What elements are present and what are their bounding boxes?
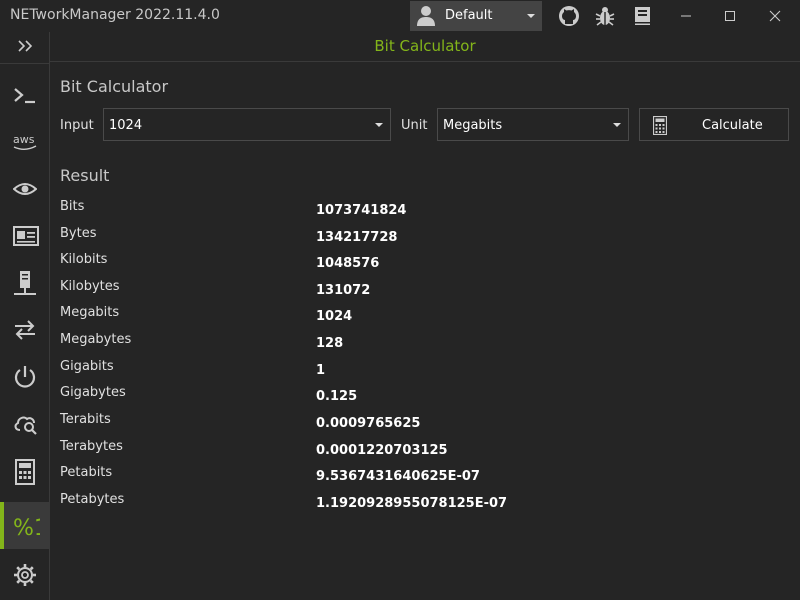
maximize-button[interactable] xyxy=(708,0,752,32)
result-value-petabits: 9.5367431640625E-07 xyxy=(316,469,480,484)
result-value-petabytes: 1.1920928955078125E-07 xyxy=(316,496,508,511)
profile-label: Default xyxy=(445,8,493,23)
result-label-megabits: Megabits xyxy=(60,305,120,320)
result-label-gigabits: Gigabits xyxy=(60,359,114,374)
result-label-gigabytes: Gigabytes xyxy=(60,385,126,400)
page-header: Bit Calculator xyxy=(50,32,800,62)
sidebar-item-transfer[interactable] xyxy=(0,306,50,353)
bit-calculator-icon-label: %1 xyxy=(13,516,40,540)
result-label-petabits: Petabits xyxy=(60,465,113,480)
result-label-kilobytes: Kilobytes xyxy=(60,279,120,294)
calculate-button[interactable]: Calculate xyxy=(639,108,789,141)
chevron-down-icon xyxy=(375,123,383,127)
sidebar-item-discovery[interactable] xyxy=(0,165,50,212)
result-value-gigabytes: 0.125 xyxy=(316,389,358,404)
sidebar: aws % xyxy=(0,32,50,600)
chevron-down-icon xyxy=(613,123,621,127)
result-value-kilobits: 1048576 xyxy=(316,256,380,271)
input-combobox[interactable]: 1024 xyxy=(103,108,391,141)
result-value-megabits: 1024 xyxy=(316,309,353,324)
result-label-terabytes: Terabytes xyxy=(60,439,123,454)
result-value-megabytes: 128 xyxy=(316,336,344,351)
aws-icon-label: aws xyxy=(13,133,35,146)
result-value-bits: 1073741824 xyxy=(316,203,407,218)
id-card-icon xyxy=(13,226,39,246)
bug-icon[interactable] xyxy=(594,5,616,27)
sidebar-item-subnet-calculator[interactable] xyxy=(0,447,50,494)
result-value-kilobytes: 131072 xyxy=(316,283,371,298)
sidebar-item-wake-on-lan[interactable] xyxy=(0,353,50,400)
page-title: Bit Calculator xyxy=(374,37,476,55)
chevron-down-icon xyxy=(527,14,535,18)
calculate-button-label: Calculate xyxy=(702,118,763,133)
calculator-section-title: Bit Calculator xyxy=(60,77,169,96)
app-title: NETworkManager 2022.11.4.0 xyxy=(10,7,220,23)
sidebar-item-card[interactable] xyxy=(0,212,50,259)
unit-label: Unit xyxy=(401,118,428,133)
github-icon[interactable] xyxy=(558,5,580,27)
unit-value: Megabits xyxy=(443,118,503,133)
eye-icon xyxy=(13,183,37,195)
user-icon xyxy=(417,6,435,26)
result-label-petabytes: Petabytes xyxy=(60,492,125,507)
sidebar-item-settings[interactable] xyxy=(0,551,50,598)
aws-icon: aws xyxy=(13,133,37,150)
result-section-title: Result xyxy=(60,166,110,185)
sidebar-item-server[interactable] xyxy=(0,259,50,306)
input-label: Input xyxy=(60,118,94,133)
sidebar-item-aws[interactable]: aws xyxy=(0,118,50,165)
active-indicator xyxy=(0,502,4,549)
book-icon[interactable] xyxy=(632,5,654,27)
result-label-kilobits: Kilobits xyxy=(60,252,108,267)
calculator-icon xyxy=(653,116,667,135)
expand-sidebar-icon[interactable] xyxy=(0,32,50,62)
unit-select[interactable]: Megabits xyxy=(437,108,629,141)
powershell-icon xyxy=(14,88,35,104)
power-icon xyxy=(14,366,36,388)
result-value-terabits: 0.0009765625 xyxy=(316,416,421,431)
arrows-exchange-icon xyxy=(15,320,35,340)
close-button[interactable] xyxy=(753,0,797,32)
sidebar-item-lookup[interactable] xyxy=(0,400,50,447)
profile-selector[interactable]: Default xyxy=(410,1,542,31)
result-value-bytes: 134217728 xyxy=(316,230,398,245)
calculator-icon xyxy=(15,459,35,485)
result-label-bytes: Bytes xyxy=(60,226,97,241)
minimize-button[interactable] xyxy=(664,0,708,32)
result-value-terabytes: 0.0001220703125 xyxy=(316,443,448,458)
sidebar-item-bit-calculator[interactable]: %1 xyxy=(0,502,50,549)
input-value: 1024 xyxy=(109,118,143,133)
sidebar-item-powershell[interactable] xyxy=(0,71,50,118)
result-value-gigabits: 1 xyxy=(316,363,326,378)
cloud-search-icon xyxy=(14,416,37,435)
sidebar-divider xyxy=(0,63,50,64)
server-network-icon xyxy=(14,271,36,295)
result-label-bits: Bits xyxy=(60,199,85,214)
gear-icon xyxy=(14,564,36,586)
result-label-megabytes: Megabytes xyxy=(60,332,132,347)
result-label-terabits: Terabits xyxy=(60,412,111,427)
title-bar: NETworkManager 2022.11.4.0 Default xyxy=(0,0,800,32)
bit-calculator-icon: %1 xyxy=(13,516,40,540)
